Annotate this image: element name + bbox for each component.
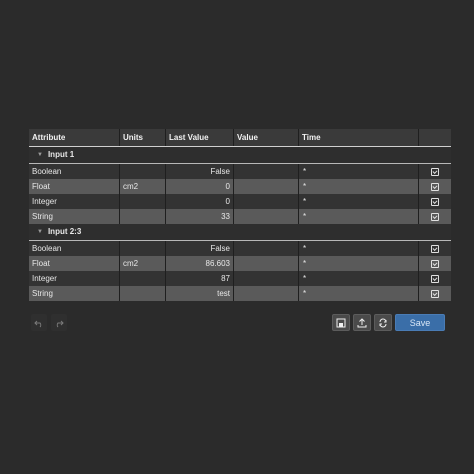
cell-last-value: 87 [166, 271, 234, 286]
cell-last-value: 86.603 [166, 256, 234, 271]
table-row[interactable]: Boolean False * [29, 164, 451, 179]
apply-value-icon[interactable] [431, 244, 439, 253]
table-row[interactable]: Integer 87 * [29, 271, 451, 286]
table-row[interactable]: String 33 * [29, 209, 451, 224]
cell-units [120, 271, 166, 286]
cell-value[interactable] [234, 194, 299, 209]
cell-value[interactable] [234, 256, 299, 271]
collapse-triangle-icon[interactable]: ▼ [37, 224, 43, 240]
table-row[interactable]: Integer 0 * [29, 194, 451, 209]
header-attribute[interactable]: Attribute [29, 129, 120, 146]
cell-time[interactable]: * [299, 286, 419, 301]
cell-value[interactable] [234, 286, 299, 301]
cell-time[interactable]: * [299, 164, 419, 179]
header-actions [419, 129, 451, 146]
attribute-table: Attribute Units Last Value Value Time ▼ … [29, 129, 451, 301]
cell-time[interactable]: * [299, 194, 419, 209]
apply-value-icon[interactable] [431, 212, 439, 221]
upload-icon [357, 317, 367, 327]
table-row[interactable]: Float cm2 86.603 * [29, 256, 451, 271]
cell-units [120, 286, 166, 301]
cell-time[interactable]: * [299, 209, 419, 224]
upload-button[interactable] [353, 314, 371, 331]
table-row[interactable]: Float cm2 0 * [29, 179, 451, 194]
cell-time[interactable]: * [299, 241, 419, 256]
apply-value-icon[interactable] [431, 289, 439, 298]
group-label: Input 2:3 [47, 227, 82, 236]
cell-attribute: Boolean [29, 241, 120, 256]
cell-attribute: Float [29, 256, 120, 271]
cell-last-value: 33 [166, 209, 234, 224]
table-row[interactable]: String test * [29, 286, 451, 301]
save-button[interactable]: Save [395, 314, 445, 331]
table-header: Attribute Units Last Value Value Time [29, 129, 451, 147]
save-to-file-icon [336, 318, 346, 327]
cell-units [120, 241, 166, 256]
header-units[interactable]: Units [120, 129, 166, 146]
cell-attribute: String [29, 209, 120, 224]
cell-time[interactable]: * [299, 179, 419, 194]
cell-units: cm2 [120, 256, 166, 271]
save-to-file-button[interactable] [332, 314, 350, 331]
cell-time[interactable]: * [299, 271, 419, 286]
redo-icon [56, 320, 64, 327]
cell-value[interactable] [234, 164, 299, 179]
cell-attribute: Integer [29, 194, 120, 209]
header-time[interactable]: Time [299, 129, 419, 146]
collapse-triangle-icon[interactable]: ▼ [37, 147, 43, 163]
table-row[interactable]: Boolean False * [29, 241, 451, 256]
cell-value[interactable] [234, 271, 299, 286]
group-header-input-1[interactable]: ▼ Input 1 [29, 147, 451, 164]
refresh-icon [379, 318, 387, 327]
cell-value[interactable] [234, 241, 299, 256]
refresh-button[interactable] [374, 314, 392, 331]
header-value[interactable]: Value [234, 129, 299, 146]
cell-value[interactable] [234, 179, 299, 194]
apply-value-icon[interactable] [431, 167, 439, 176]
cell-attribute: String [29, 286, 120, 301]
redo-button[interactable] [51, 314, 67, 331]
cell-time[interactable]: * [299, 256, 419, 271]
cell-units [120, 164, 166, 179]
cell-last-value: False [166, 164, 234, 179]
undo-button[interactable] [31, 314, 47, 331]
cell-attribute: Boolean [29, 164, 120, 179]
cell-attribute: Float [29, 179, 120, 194]
apply-value-icon[interactable] [431, 259, 439, 268]
apply-value-icon[interactable] [431, 274, 439, 283]
cell-last-value: 0 [166, 179, 234, 194]
cell-units [120, 209, 166, 224]
group-label: Input 1 [47, 150, 75, 159]
header-last-value[interactable]: Last Value [166, 129, 234, 146]
apply-value-icon[interactable] [431, 197, 439, 206]
cell-units: cm2 [120, 179, 166, 194]
cell-attribute: Integer [29, 271, 120, 286]
undo-icon [34, 320, 42, 327]
cell-units [120, 194, 166, 209]
cell-last-value: False [166, 241, 234, 256]
apply-value-icon[interactable] [431, 182, 439, 191]
group-header-input-2-3[interactable]: ▼ Input 2:3 [29, 224, 451, 241]
cell-value[interactable] [234, 209, 299, 224]
cell-last-value: test [166, 286, 234, 301]
cell-last-value: 0 [166, 194, 234, 209]
